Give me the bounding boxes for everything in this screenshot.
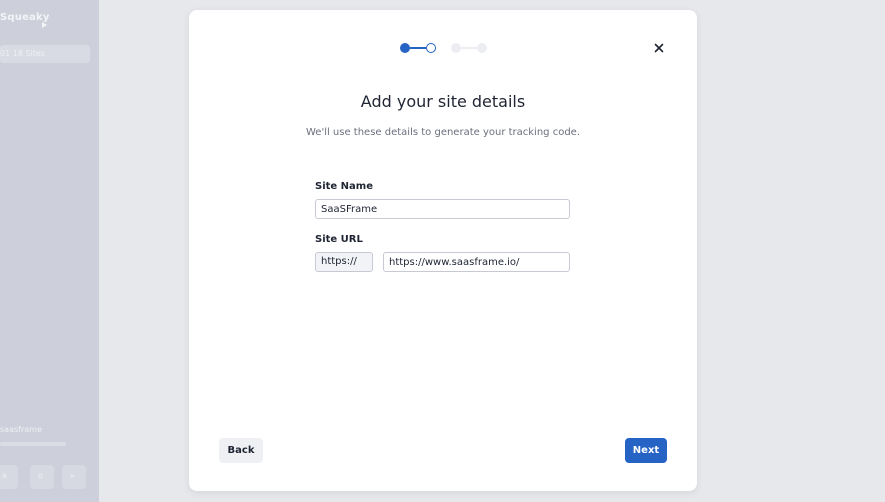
step-dot [477, 43, 487, 53]
modal-title: Add your site details [360, 92, 526, 111]
sidebar-footer-icon: a [2, 471, 7, 480]
sidebar-item-label: 01 18 Sites [0, 49, 45, 58]
site-url-input[interactable] [383, 252, 570, 272]
sidebar-footer-icon: » [70, 471, 75, 480]
step-dot [400, 43, 410, 53]
sidebar-user-name: saasframe [0, 425, 42, 434]
step-dot [426, 43, 436, 53]
site-name-label: Site Name [315, 181, 373, 192]
protocol-prefix: https:// [315, 252, 373, 272]
step-dot [451, 43, 461, 53]
sidebar-footer-button: » [62, 465, 86, 489]
add-site-modal: Add your site details We'll use these de… [189, 10, 697, 491]
close-button[interactable] [651, 40, 667, 56]
sidebar-footer-button: a [0, 465, 18, 489]
step-indicator [398, 41, 488, 55]
sidebar: Squeaky 01 18 Sites saasframe a o » [0, 0, 99, 502]
modal-subtitle: We'll use these details to generate your… [305, 127, 580, 138]
close-icon [654, 43, 664, 53]
step-connector [410, 47, 426, 49]
sidebar-footer-icon: o [38, 471, 43, 480]
site-url-label: Site URL [315, 234, 363, 245]
sidebar-footer-button: o [30, 465, 54, 489]
app-root: Squeaky 01 18 Sites saasframe a o » Add … [0, 0, 885, 502]
back-button[interactable]: Back [219, 438, 263, 463]
next-button[interactable]: Next [625, 438, 667, 463]
site-name-input[interactable] [315, 199, 570, 219]
sidebar-user-meta [0, 442, 66, 446]
play-icon [42, 22, 47, 28]
step-connector [461, 47, 477, 49]
